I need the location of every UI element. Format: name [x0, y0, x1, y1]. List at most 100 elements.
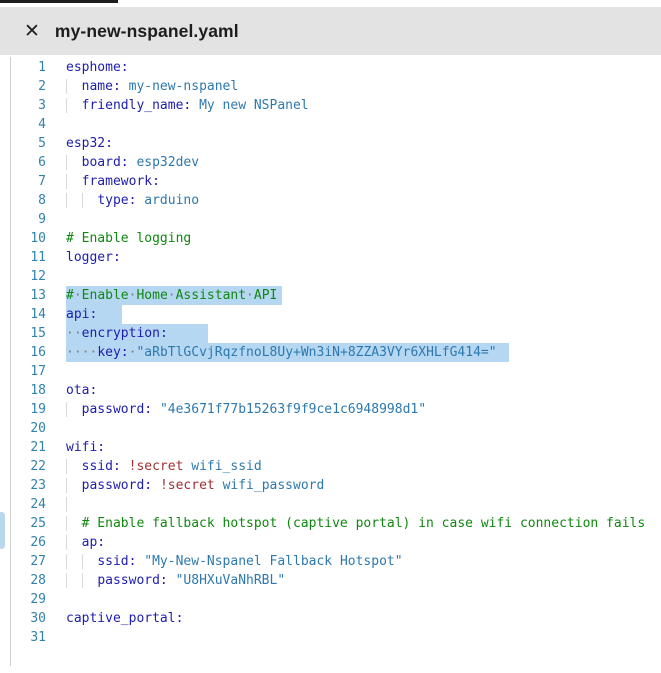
token-sp: [121, 79, 129, 94]
code-line[interactable]: 20: [0, 419, 661, 438]
line-text: #·Enable·Home·Assistant·API: [66, 286, 282, 305]
line-number: 31: [0, 628, 46, 647]
token-ind: [66, 402, 82, 417]
code-line[interactable]: 10# Enable logging: [0, 229, 661, 248]
code-line[interactable]: 26 ap:: [0, 533, 661, 552]
code-line[interactable]: 7 framework:: [0, 172, 661, 191]
token-key: password:: [82, 478, 152, 493]
code-line[interactable]: 19 password: "4e3671f77b15263f9f9ce1c694…: [0, 400, 661, 419]
code-line[interactable]: 9: [0, 210, 661, 229]
line-text: ··encryption:: [66, 324, 208, 343]
token-val: my-new-nspanel: [129, 79, 239, 94]
code-line[interactable]: 15··encryption:: [0, 324, 661, 343]
code-line[interactable]: 14 api:: [0, 305, 661, 324]
code-line[interactable]: 31: [0, 628, 661, 647]
code-line[interactable]: 18ota:: [0, 381, 661, 400]
code-line[interactable]: 8 type: arduino: [0, 191, 661, 210]
code-line[interactable]: 17: [0, 362, 661, 381]
line-text: esphome:: [66, 58, 129, 77]
code-line[interactable]: 3 friendly_name: My new NSPanel: [0, 96, 661, 115]
line-number: 17: [0, 362, 46, 381]
line-number: 24: [0, 495, 46, 514]
code-line[interactable]: 30captive_portal:: [0, 609, 661, 628]
token-key: ap:: [82, 535, 105, 550]
line-text: framework:: [66, 172, 160, 191]
code-line[interactable]: 23 password: !secret wifi_password: [0, 476, 661, 495]
yaml-editor[interactable]: 1esphome:2 name: my-new-nspanel3 friendl…: [0, 56, 661, 673]
whitespace-dot: ·: [74, 288, 82, 303]
code-line[interactable]: 4: [0, 115, 661, 134]
token-ind: [66, 155, 82, 170]
selection-highlight: api:: [66, 305, 122, 324]
token-com: # Enable logging: [66, 231, 191, 246]
token-key: ssid:: [97, 554, 136, 569]
code-line[interactable]: 16 ····key:·"aRbTlGCvjRqzfnoL8Uy+Wn3iN+8Z…: [0, 343, 661, 362]
browser-chrome-edge: [0, 0, 118, 3]
token-key: ssid:: [82, 459, 121, 474]
token-com: # Enable fallback hotspot (captive porta…: [82, 516, 646, 531]
whitespace-dot: ·: [168, 288, 176, 303]
code-line[interactable]: 5esp32:: [0, 134, 661, 153]
code-line[interactable]: 22 ssid: !secret wifi_ssid: [0, 457, 661, 476]
code-line[interactable]: 25 # Enable fallback hotspot (captive po…: [0, 514, 661, 533]
selection-highlight: ··encryption:: [66, 324, 208, 343]
selection-highlight: ····key:·"aRbTlGCvjRqzfnoL8Uy+Wn3iN+8ZZA…: [66, 343, 509, 362]
token-ind: [66, 497, 82, 512]
line-number: 14: [0, 305, 46, 324]
token-key: framework:: [82, 174, 160, 189]
line-number: 15: [0, 324, 46, 343]
token-key: encryption:: [82, 326, 168, 341]
whitespace-dot: ·: [66, 326, 74, 341]
token-sec: !secret: [129, 459, 184, 474]
line-number: 25: [0, 514, 46, 533]
line-number: 19: [0, 400, 46, 419]
token-sp: [168, 573, 176, 588]
whitespace-dot: ·: [74, 345, 82, 360]
line-text: captive_portal:: [66, 609, 183, 628]
close-button[interactable]: ✕: [24, 22, 40, 41]
line-text: ····key:·"aRbTlGCvjRqzfnoL8Uy+Wn3iN+8ZZA…: [66, 343, 509, 362]
code-area[interactable]: 1esphome:2 name: my-new-nspanel3 friendl…: [0, 58, 661, 647]
code-line[interactable]: 11logger:: [0, 248, 661, 267]
token-ind: [66, 535, 82, 550]
token-ind: [66, 573, 82, 588]
line-number: 16: [0, 343, 46, 362]
token-key: password:: [82, 402, 152, 417]
token-key: name:: [82, 79, 121, 94]
code-line[interactable]: 28 password: "U8HXuVaNhRBL": [0, 571, 661, 590]
line-text: esp32:: [66, 134, 113, 153]
selection-highlight-tail: [168, 324, 208, 343]
line-number: 21: [0, 438, 46, 457]
token-ind: [66, 459, 82, 474]
line-number: 6: [0, 153, 46, 172]
code-line[interactable]: 6 board: esp32dev: [0, 153, 661, 172]
code-line[interactable]: 1esphome:: [0, 58, 661, 77]
code-line[interactable]: 13#·Enable·Home·Assistant·API: [0, 286, 661, 305]
line-text: friendly_name: My new NSPanel: [66, 96, 309, 115]
code-line[interactable]: 21 wifi:: [0, 438, 661, 457]
selection-highlight-tail: [97, 305, 122, 324]
token-ind: [66, 554, 82, 569]
line-number: 9: [0, 210, 46, 229]
token-com: #·Enable·Home·Assistant·API: [66, 288, 277, 303]
token-key: type:: [97, 193, 136, 208]
line-number: 23: [0, 476, 46, 495]
token-ind: [82, 554, 98, 569]
code-line[interactable]: 2 name: my-new-nspanel: [0, 77, 661, 96]
editor-titlebar: ✕ my-new-nspanel.yaml: [0, 7, 661, 55]
code-line[interactable]: 29: [0, 590, 661, 609]
token-key: password:: [97, 573, 167, 588]
token-ind: [82, 573, 98, 588]
token-ind: [66, 516, 82, 531]
token-key: wifi:: [66, 440, 105, 455]
line-number: 20: [0, 419, 46, 438]
token-key: board:: [82, 155, 129, 170]
code-line[interactable]: 24: [0, 495, 661, 514]
code-line[interactable]: 27 ssid: "My-New-Nspanel Fallback Hotspo…: [0, 552, 661, 571]
line-text: type: arduino: [66, 191, 199, 210]
code-line[interactable]: 12: [0, 267, 661, 286]
token-val: wifi_ssid: [191, 459, 261, 474]
line-text: password: !secret wifi_password: [66, 476, 324, 495]
token-val: "My-New-Nspanel Fallback Hotspot": [144, 554, 402, 569]
line-number: 2: [0, 77, 46, 96]
